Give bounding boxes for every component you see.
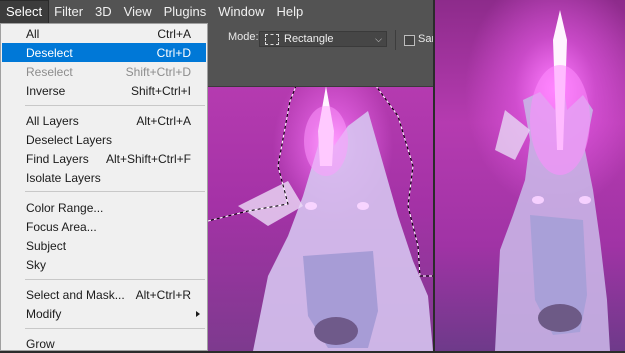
menu-help[interactable]: Help xyxy=(271,1,310,23)
menu-item-shortcut: Alt+Ctrl+R xyxy=(135,288,191,302)
menu-item-focus-area[interactable]: Focus Area... xyxy=(2,217,206,236)
menu-item-shortcut: Ctrl+D xyxy=(156,46,191,60)
menu-item-modify[interactable]: Modify xyxy=(2,304,206,323)
canvas-panel-left[interactable] xyxy=(208,86,433,351)
menu-item-all-layers[interactable]: All Layers Alt+Ctrl+A xyxy=(2,111,206,130)
menu-item-label: Deselect xyxy=(26,46,73,60)
menu-item-label: Find Layers xyxy=(26,152,89,166)
menu-filter[interactable]: Filter xyxy=(48,1,89,23)
menu-item-label: Grow xyxy=(26,337,55,351)
menu-item-label: Modify xyxy=(26,307,62,321)
sample-checkbox[interactable] xyxy=(404,35,415,46)
menu-item-color-range[interactable]: Color Range... xyxy=(2,198,206,217)
unicorn-image-left xyxy=(208,86,433,351)
menu-separator xyxy=(25,191,205,192)
menu-item-label: Isolate Layers xyxy=(26,171,101,185)
menu-item-shortcut: Shift+Ctrl+I xyxy=(130,84,191,98)
menu-item-find-layers[interactable]: Find Layers Alt+Shift+Ctrl+F xyxy=(2,149,206,168)
menu-item-shortcut: Alt+Ctrl+A xyxy=(136,114,191,128)
menu-separator xyxy=(25,105,205,106)
menu-item-label: Deselect Layers xyxy=(26,133,113,147)
panel-divider xyxy=(433,0,435,351)
menu-item-shortcut: Alt+Shift+Ctrl+F xyxy=(105,152,191,166)
menu-view[interactable]: View xyxy=(118,1,158,23)
select-dropdown-menu: All Ctrl+A Deselect Ctrl+D Reselect Shif… xyxy=(0,23,208,351)
options-separator xyxy=(395,30,396,50)
menu-item-label: All Layers xyxy=(26,114,79,128)
menu-item-deselect-layers[interactable]: Deselect Layers xyxy=(2,130,206,149)
menu-plugins[interactable]: Plugins xyxy=(158,1,213,23)
menu-item-select-and-mask[interactable]: Select and Mask... Alt+Ctrl+R xyxy=(2,285,206,304)
menu-item-shortcut: Ctrl+A xyxy=(157,27,191,41)
chevron-down-icon: ⌵ xyxy=(375,33,382,44)
menu-separator xyxy=(25,279,205,280)
mode-value: Rectangle xyxy=(284,33,334,45)
canvas-panel-right[interactable] xyxy=(435,0,625,351)
menubar: Select Filter 3D View Plugins Window Hel… xyxy=(0,0,433,24)
menu-item-label: Reselect xyxy=(26,65,73,79)
menu-item-reselect: Reselect Shift+Ctrl+D xyxy=(2,62,206,81)
menu-3d[interactable]: 3D xyxy=(89,1,118,23)
menu-item-label: Select and Mask... xyxy=(26,288,125,302)
menu-window[interactable]: Window xyxy=(212,1,270,23)
rectangle-marquee-icon xyxy=(265,33,279,45)
unicorn-image-right xyxy=(495,10,610,351)
menu-item-label: Sky xyxy=(26,258,47,272)
menu-item-inverse[interactable]: Inverse Shift+Ctrl+I xyxy=(2,81,206,100)
menu-item-all[interactable]: All Ctrl+A xyxy=(2,24,206,43)
mode-label: Mode: xyxy=(228,31,259,43)
menu-separator xyxy=(25,328,205,329)
menu-item-label: All xyxy=(26,27,40,41)
sample-checkbox-label: Sar xyxy=(418,33,433,45)
menu-item-shortcut: Shift+Ctrl+D xyxy=(125,65,191,79)
submenu-arrow-icon xyxy=(196,311,200,317)
menu-item-isolate-layers[interactable]: Isolate Layers xyxy=(2,168,206,187)
menu-item-label: Inverse xyxy=(26,84,66,98)
menu-select[interactable]: Select xyxy=(0,0,50,24)
menu-item-sky[interactable]: Sky xyxy=(2,255,206,274)
menu-item-subject[interactable]: Subject xyxy=(2,236,206,255)
menu-item-label: Subject xyxy=(26,239,67,253)
menu-item-grow[interactable]: Grow xyxy=(2,334,206,353)
menu-item-deselect[interactable]: Deselect Ctrl+D xyxy=(2,43,206,62)
mode-select[interactable]: Rectangle ⌵ xyxy=(259,31,387,47)
menu-item-label: Focus Area... xyxy=(26,220,97,234)
menu-item-label: Color Range... xyxy=(26,201,104,215)
